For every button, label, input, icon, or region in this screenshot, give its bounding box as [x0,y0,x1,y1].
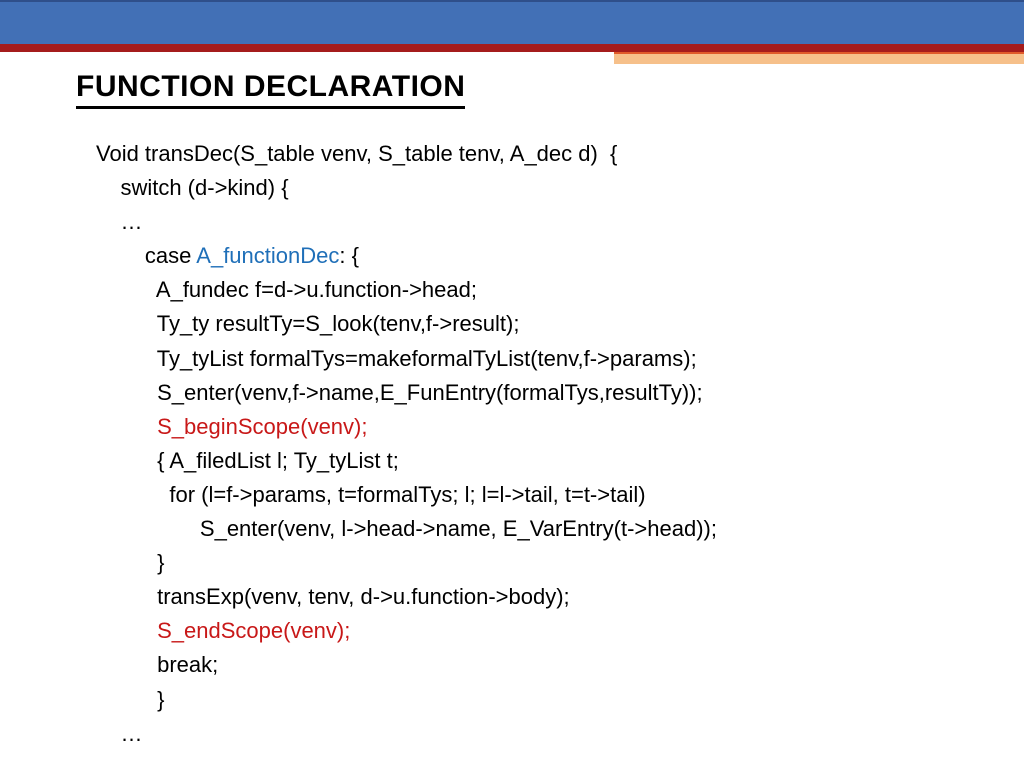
header-blue-band [0,0,1024,44]
code-line: case [96,243,196,268]
code-highlight: S_endScope(venv); [96,618,350,643]
code-highlight: S_beginScope(venv); [96,414,367,439]
code-keyword: A_functionDec [196,243,339,268]
code-line: S_enter(venv, l->head->name, E_VarEntry(… [96,516,717,541]
code-block: Void transDec(S_table venv, S_table tenv… [76,137,964,751]
code-line: A_fundec f=d->u.function->head; [96,277,477,302]
slide-content: FUNCTION DECLARATION Void transDec(S_tab… [0,52,1024,751]
code-line: Ty_tyList formalTys=makeformalTyList(ten… [96,346,697,371]
header-red-band [0,44,1024,52]
code-line: switch (d->kind) { [96,175,289,200]
code-line: break; [96,652,218,677]
code-line: } [96,550,164,575]
code-line: Void transDec(S_table venv, S_table tenv… [96,141,617,166]
code-line: transExp(venv, tenv, d->u.function->body… [96,584,570,609]
code-line: … [96,721,142,746]
header-orange-stripe [614,52,1024,64]
slide-title: FUNCTION DECLARATION [76,70,465,109]
code-line: : { [339,243,359,268]
code-line: S_enter(venv,f->name,E_FunEntry(formalTy… [96,380,703,405]
code-line: } [96,687,164,712]
code-line: { A_filedList l; Ty_tyList t; [96,448,399,473]
code-line: Ty_ty resultTy=S_look(tenv,f->result); [96,311,519,336]
code-line: for (l=f->params, t=formalTys; l; l=l->t… [96,482,646,507]
code-line: … [96,209,142,234]
